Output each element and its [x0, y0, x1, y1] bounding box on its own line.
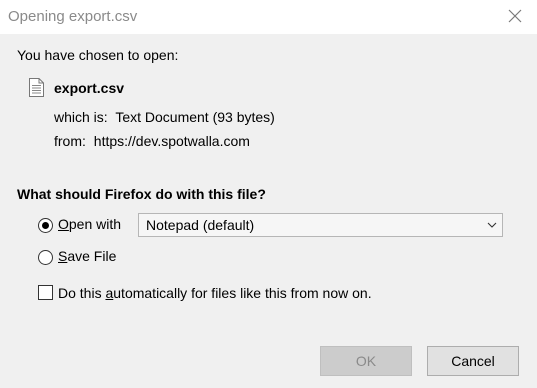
document-icon [29, 78, 44, 97]
which-is-label: which is: [54, 109, 108, 125]
ok-button[interactable]: OK [320, 346, 412, 376]
title-bar: Opening export.csv [0, 0, 537, 34]
from-label: from: [54, 133, 86, 149]
save-file-access-key: S [58, 248, 68, 264]
cancel-button[interactable]: Cancel [427, 346, 519, 376]
chosen-to-open-heading: You have chosen to open: [17, 47, 179, 63]
file-type: Text Document (93 bytes) [115, 109, 275, 125]
save-file-label[interactable]: Save File [58, 248, 116, 264]
window-title: Opening export.csv [8, 8, 138, 25]
open-with-label-rest: pen with [68, 216, 122, 232]
auto-action-label[interactable]: Do this automatically for files like thi… [58, 285, 372, 301]
open-with-radio[interactable] [38, 218, 53, 233]
auto-action-label-rest: utomatically for files like this from no… [113, 285, 372, 301]
file-source-row: from: https://dev.spotwalla.com [54, 133, 250, 149]
file-name: export.csv [54, 80, 125, 96]
open-with-label[interactable]: Open with [58, 216, 121, 232]
open-with-access-key: O [58, 216, 69, 232]
file-source: https://dev.spotwalla.com [93, 133, 250, 149]
auto-action-label-pre: Do this [58, 285, 106, 301]
auto-action-checkbox[interactable] [38, 285, 53, 300]
save-file-label-rest: ave File [67, 248, 117, 264]
file-type-row: which is: Text Document (93 bytes) [54, 109, 275, 125]
action-question: What should Firefox do with this file? [17, 186, 266, 202]
application-select[interactable]: Notepad (default) [138, 213, 503, 237]
chevron-down-icon [487, 222, 497, 228]
close-button[interactable] [493, 0, 537, 32]
application-select-value: Notepad (default) [146, 217, 255, 233]
save-file-radio[interactable] [38, 250, 53, 265]
close-icon [508, 9, 522, 23]
